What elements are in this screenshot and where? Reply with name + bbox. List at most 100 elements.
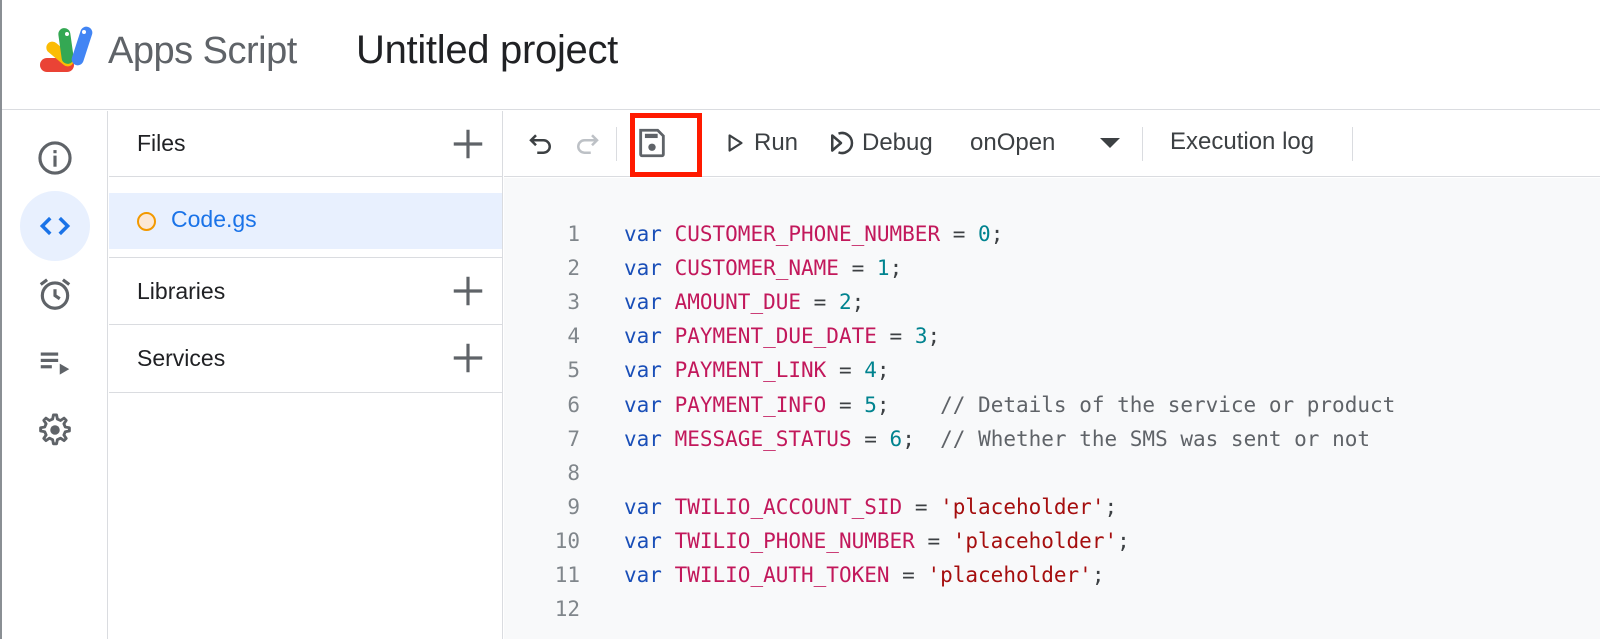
rail-overview-button[interactable] bbox=[20, 123, 90, 193]
undo-icon bbox=[529, 134, 551, 154]
code-text: var CUSTOMER_NAME = 1; bbox=[624, 256, 902, 280]
code-token: var bbox=[624, 528, 662, 553]
project-title[interactable]: Untitled project bbox=[356, 28, 618, 73]
code-text: var TWILIO_ACCOUNT_SID = 'placeholder'; bbox=[624, 495, 1117, 519]
code-token: ; bbox=[851, 290, 865, 315]
code-token: var bbox=[624, 324, 662, 349]
run-label: Run bbox=[754, 129, 799, 156]
code-token: var bbox=[624, 563, 662, 587]
code-line[interactable]: 9 var TWILIO_ACCOUNT_SID = 'placeholder'; bbox=[504, 495, 1600, 529]
code-line[interactable]: 4 var PAYMENT_DUE_DATE = 3; bbox=[504, 324, 1600, 358]
execution-log-button[interactable]: Execution log bbox=[1170, 128, 1314, 156]
line-number: 8 bbox=[567, 460, 580, 485]
code-token: AMOUNT_DUE bbox=[674, 290, 802, 315]
code-token: ; bbox=[876, 392, 941, 417]
code-text: var AMOUNT_DUE = 2; bbox=[624, 290, 864, 314]
code-line[interactable]: 12 bbox=[504, 597, 1600, 631]
line-number: 2 bbox=[567, 256, 580, 281]
rail-executions-button[interactable] bbox=[20, 327, 90, 397]
redo-button[interactable] bbox=[572, 129, 602, 159]
code-line[interactable]: 5 var PAYMENT_LINK = 4; bbox=[504, 358, 1600, 392]
code-token: ; bbox=[889, 256, 903, 281]
debug-icon bbox=[831, 131, 854, 155]
rail-settings-button[interactable] bbox=[20, 395, 90, 465]
code-editor[interactable]: 1 var CUSTOMER_PHONE_NUMBER = 0; 2 var CUST… bbox=[504, 178, 1600, 639]
code-line[interactable]: 8 bbox=[504, 461, 1600, 495]
nav-rail bbox=[2, 111, 108, 639]
rail-triggers-button[interactable] bbox=[20, 259, 90, 329]
function-select[interactable]: onOpen bbox=[970, 129, 1121, 157]
file-item-code-gs[interactable]: Code.gs bbox=[109, 193, 502, 249]
code-line[interactable]: 1 var CUSTOMER_PHONE_NUMBER = 0; bbox=[504, 222, 1600, 256]
dropdown-arrow-icon bbox=[1100, 138, 1121, 148]
code-line[interactable]: 3 var AMOUNT_DUE = 2; bbox=[504, 290, 1600, 324]
code-token: PAYMENT_LINK bbox=[674, 358, 827, 383]
code-token: = bbox=[826, 358, 865, 383]
code-line[interactable]: 6 var PAYMENT_INFO = 5; // Details of the… bbox=[504, 393, 1600, 427]
code-token: PAYMENT_INFO bbox=[674, 392, 827, 417]
code-line[interactable]: 10 var TWILIO_PHONE_NUMBER = 'placeholder… bbox=[504, 529, 1600, 563]
code-token: TWILIO_AUTH_TOKEN bbox=[674, 563, 890, 587]
code-token: // Whether the SMS was sent or not bbox=[940, 426, 1371, 451]
code-token: ; bbox=[1091, 563, 1105, 587]
code-token: TWILIO_ACCOUNT_SID bbox=[674, 494, 903, 519]
code-token: var bbox=[624, 222, 662, 246]
code-token: 1 bbox=[876, 256, 890, 281]
code-token: = bbox=[889, 563, 928, 587]
line-number: 6 bbox=[567, 392, 580, 417]
code-token: = bbox=[876, 324, 915, 349]
redo-icon bbox=[577, 134, 599, 154]
file-name: Code.gs bbox=[171, 206, 257, 232]
code-token: = bbox=[826, 392, 865, 417]
execution-log-label: Execution log bbox=[1170, 128, 1315, 155]
app-brand: Apps Script bbox=[108, 30, 297, 72]
debug-label: Debug bbox=[862, 129, 933, 156]
code-icon bbox=[39, 216, 71, 236]
line-number: 11 bbox=[554, 563, 580, 587]
line-number: 7 bbox=[567, 426, 580, 451]
code-token: var bbox=[624, 392, 662, 417]
code-text: var PAYMENT_INFO = 5; // Details of the … bbox=[624, 393, 1395, 417]
code-token: ; bbox=[927, 324, 941, 349]
debug-button[interactable]: Debug bbox=[826, 128, 933, 158]
code-token: = bbox=[914, 528, 953, 553]
line-number: 4 bbox=[567, 324, 580, 349]
files-section-header: Files bbox=[109, 111, 503, 177]
code-text: var TWILIO_AUTH_TOKEN = 'placeholder'; bbox=[624, 563, 1105, 587]
code-token: ; bbox=[876, 358, 890, 383]
line-number: 10 bbox=[554, 528, 580, 553]
top-bar: Apps Script Untitled project bbox=[2, 0, 1600, 110]
code-token: CUSTOMER_PHONE_NUMBER bbox=[674, 222, 941, 246]
code-token: var bbox=[624, 426, 662, 451]
code-token: MESSAGE_STATUS bbox=[674, 426, 852, 451]
run-button[interactable]: Run bbox=[722, 128, 798, 158]
add-file-button[interactable] bbox=[449, 125, 487, 163]
rail-editor-button[interactable] bbox=[20, 191, 90, 261]
list-play-icon bbox=[40, 352, 70, 375]
libraries-section-header: Libraries bbox=[109, 257, 503, 325]
code-token: 3 bbox=[914, 324, 928, 349]
code-token: ; bbox=[990, 222, 1004, 246]
line-number: 3 bbox=[567, 290, 580, 315]
undo-button[interactable] bbox=[526, 129, 556, 159]
code-token: 5 bbox=[864, 392, 877, 417]
apps-script-logo-icon bbox=[40, 26, 93, 72]
add-library-button[interactable] bbox=[449, 272, 487, 310]
code-line[interactable]: 2 var CUSTOMER_NAME = 1; bbox=[504, 256, 1600, 290]
code-token: 'placeholder' bbox=[952, 528, 1118, 553]
unsaved-indicator-icon bbox=[137, 212, 156, 231]
code-line[interactable]: 7 var MESSAGE_STATUS = 6; // Whether the … bbox=[504, 427, 1600, 461]
code-token: var bbox=[624, 256, 662, 281]
add-service-button[interactable] bbox=[449, 339, 487, 377]
line-number: 1 bbox=[567, 222, 580, 246]
services-label: Services bbox=[137, 345, 226, 371]
code-token: ; bbox=[902, 426, 941, 451]
code-token: var bbox=[624, 358, 662, 383]
code-line[interactable]: 11 var TWILIO_AUTH_TOKEN = 'placeholder'; bbox=[504, 563, 1600, 597]
code-token: PAYMENT_DUE_DATE bbox=[674, 324, 877, 349]
